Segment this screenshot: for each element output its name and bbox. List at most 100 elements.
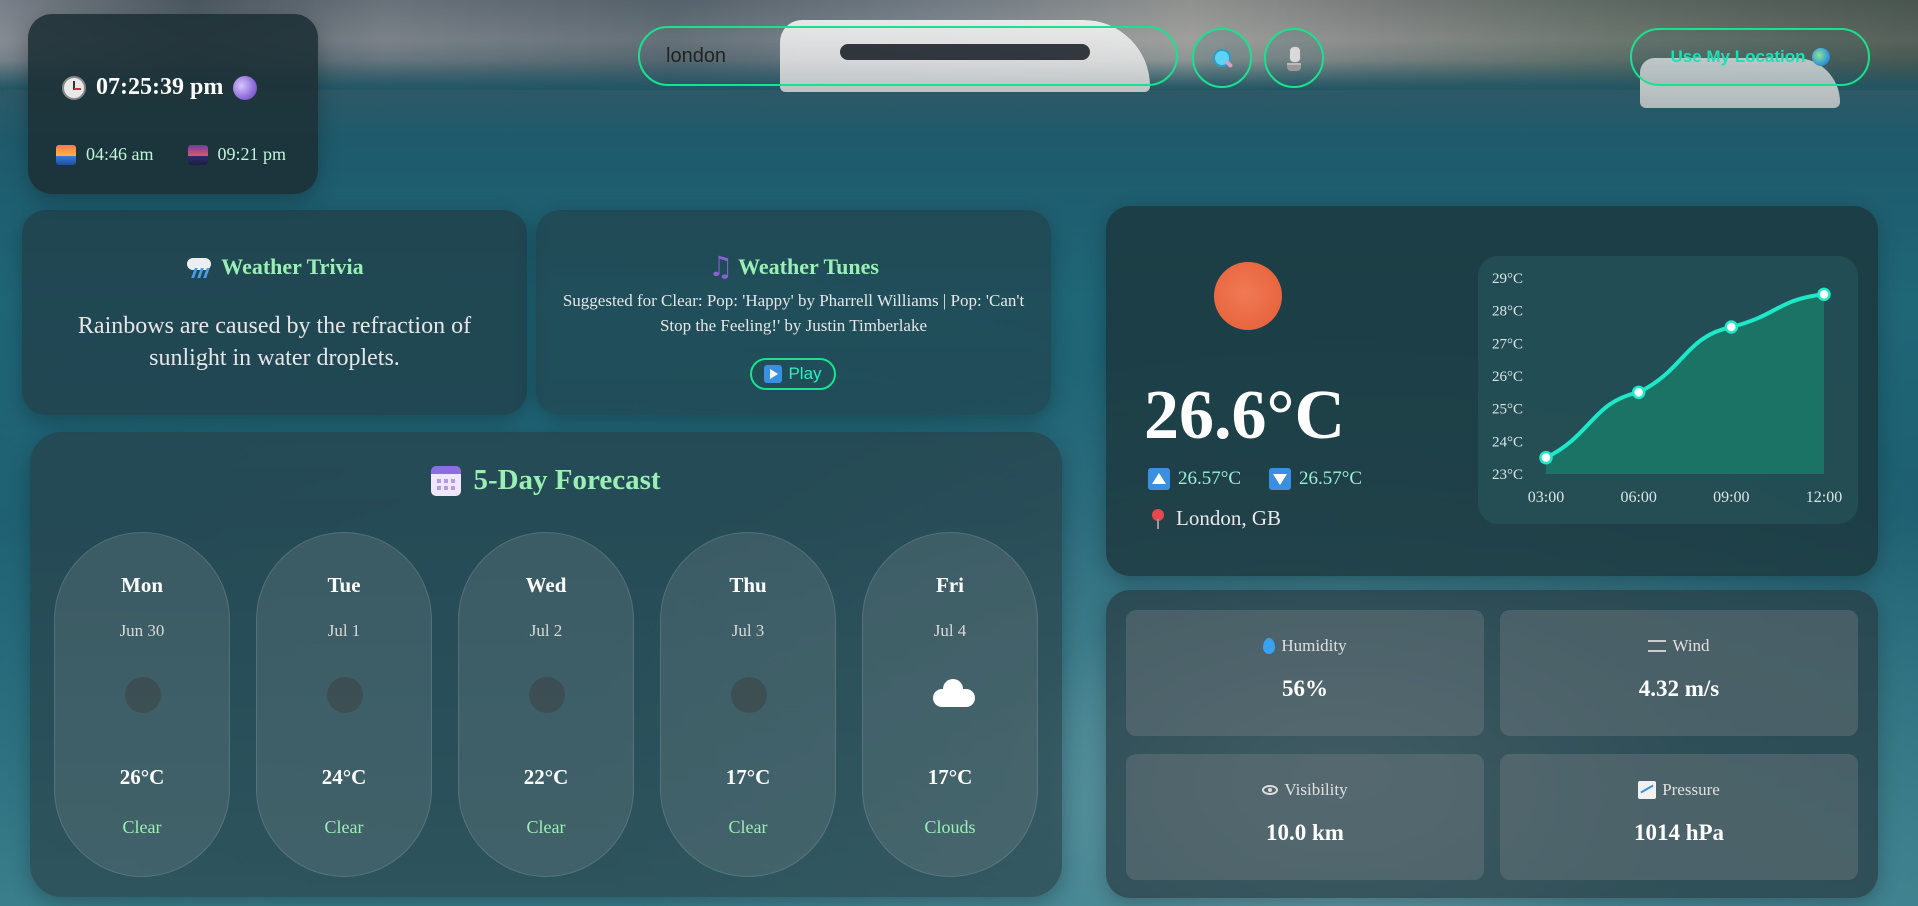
play-label: Play [788,364,822,383]
forecast-day-card[interactable]: Fri Jul 4 17°C Clouds [862,532,1038,877]
forecast-day-temp: 17°C [927,765,973,789]
pressure-value: 1014 hPa [1633,820,1725,845]
five-day-forecast: 5-Day Forecast Mon Jun 30 26°C Clear Tue… [30,432,1062,897]
eye-icon [1262,785,1279,795]
temperature-point [1631,385,1646,400]
globe-icon [1811,48,1830,66]
y-tick-label: 26°C [1492,369,1523,385]
humidity-label-row: Humidity [1126,636,1484,656]
clear-sky-icon [529,677,565,713]
clear-sky-icon [731,677,767,713]
play-icon [764,365,783,383]
tunes-title: Weather Tunes [536,250,1051,283]
location-name: London, GB [1176,506,1281,530]
voice-search-button[interactable] [1264,28,1324,88]
current-weather-panel: 26.6°C 26.57°C 26.57°C London, GB 29°C 28… [1106,206,1878,576]
tunes-text: Suggested for Clear: Pop: 'Happy' by Pha… [562,291,1025,335]
clock-row: 07:25:39 pm [62,74,258,101]
x-tick-label: 06:00 [1620,489,1656,506]
humidity-value: 56% [1282,676,1328,701]
x-tick-label: 12:00 [1806,489,1842,506]
wind-value: 4.32 m/s [1638,676,1720,701]
y-tick-label: 29°C [1492,271,1523,287]
forecast-day-condition: Clouds [924,817,976,837]
clear-sky-icon [327,677,363,713]
current-temperature: 26.6°C [1144,377,1346,454]
arrow-down-icon [1269,468,1292,490]
humidity-stat: Humidity 56% [1126,610,1484,736]
weather-trivia-card: Weather Trivia Rainbows are caused by th… [22,210,527,415]
trivia-title-text: Weather Trivia [221,254,364,279]
temperature-chart-svg: 29°C 28°C 27°C 26°C 25°C 24°C 23°C 03:00 06:00 09… [1492,271,1842,506]
weather-stats-panel: Humidity 56% Wind 4.32 m/s Visibility 10… [1106,590,1878,898]
forecast-day-condition: Clear [728,817,768,837]
wind-label-row: Wind [1500,636,1858,656]
sunrise-icon [56,144,76,165]
hourly-temperature-chart: 29°C 28°C 27°C 26°C 25°C 24°C 23°C 03:00 06:00 09… [1478,256,1858,524]
search-input[interactable] [666,44,1150,68]
y-tick-label: 24°C [1492,434,1523,450]
forecast-day-date: Jun 30 [119,621,165,640]
forecast-day-condition: Clear [526,817,566,837]
forecast-day-name: Fri [936,573,964,597]
wind-icon [1648,640,1667,652]
forecast-day-card[interactable]: Thu Jul 3 17°C Clear [660,532,836,877]
weather-tunes-card: Weather Tunes Suggested for Clear: Pop: … [536,210,1051,415]
visibility-label-row: Visibility [1126,780,1484,800]
forecast-day-name: Mon [121,573,163,597]
play-button[interactable]: Play [750,358,836,390]
forecast-day-card[interactable]: Tue Jul 1 24°C Clear [256,532,432,877]
temp-max-value: 26.57°C [1178,468,1242,489]
forecast-day-name: Tue [327,573,361,597]
forecast-day-condition: Clear [122,817,162,837]
search-button[interactable] [1192,28,1252,88]
forecast-day-name: Wed [525,573,567,597]
y-tick-label: 28°C [1492,304,1523,320]
forecast-day-date: Jul 3 [731,621,765,640]
clock-time: 07:25:39 pm [96,74,224,100]
wind-stat: Wind 4.32 m/s [1500,610,1858,736]
use-my-location-button[interactable]: Use My Location [1630,28,1870,86]
clock-icon [62,75,86,100]
sunrise-time: 04:46 am [86,144,154,164]
temp-max: 26.57°C [1148,468,1241,490]
arrow-up-icon [1148,468,1170,490]
cloud-rain-icon [185,254,213,280]
humidity-label: Humidity [1281,636,1347,655]
moon-icon [233,75,258,100]
sunset-time: 09:21 pm [217,144,287,164]
sun-icon [1214,262,1282,330]
clock-panel: 07:25:39 pm 04:46 am 09:21 pm [28,14,318,194]
cloud-icon [933,677,975,713]
forecast-day-temp: 26°C [119,765,165,789]
y-tick-label: 23°C [1492,467,1523,483]
forecast-day-temp: 17°C [725,765,771,789]
clear-sky-icon [125,677,161,713]
pressure-label-row: Pressure [1500,780,1858,800]
x-tick-label: 03:00 [1528,489,1564,506]
tunes-title-text: Weather Tunes [738,254,879,279]
forecast-title-text: 5-Day Forecast [473,464,661,496]
visibility-stat: Visibility 10.0 km [1126,754,1484,880]
microphone-icon [1286,46,1302,71]
music-note-icon [708,250,733,283]
trivia-title: Weather Trivia [22,254,527,280]
temperature-area [1546,294,1824,474]
forecast-day-date: Jul 2 [529,621,563,640]
location-row: London, GB [1150,506,1281,531]
forecast-day-date: Jul 4 [933,621,967,640]
droplet-icon [1263,638,1276,654]
calendar-icon [431,465,462,496]
temperature-point [1817,287,1831,302]
temp-min-max: 26.57°C 26.57°C [1148,468,1376,490]
chart-icon [1638,781,1657,799]
location-pin-icon [1150,508,1166,530]
forecast-day-card[interactable]: Wed Jul 2 22°C Clear [458,532,634,877]
search-icon [1211,47,1233,69]
forecast-day-temp: 24°C [321,765,367,789]
wind-label: Wind [1672,636,1710,655]
pressure-stat: Pressure 1014 hPa [1500,754,1858,880]
forecast-day-card[interactable]: Mon Jun 30 26°C Clear [54,532,230,877]
sunset-icon [187,144,208,165]
forecast-day-condition: Clear [324,817,364,837]
